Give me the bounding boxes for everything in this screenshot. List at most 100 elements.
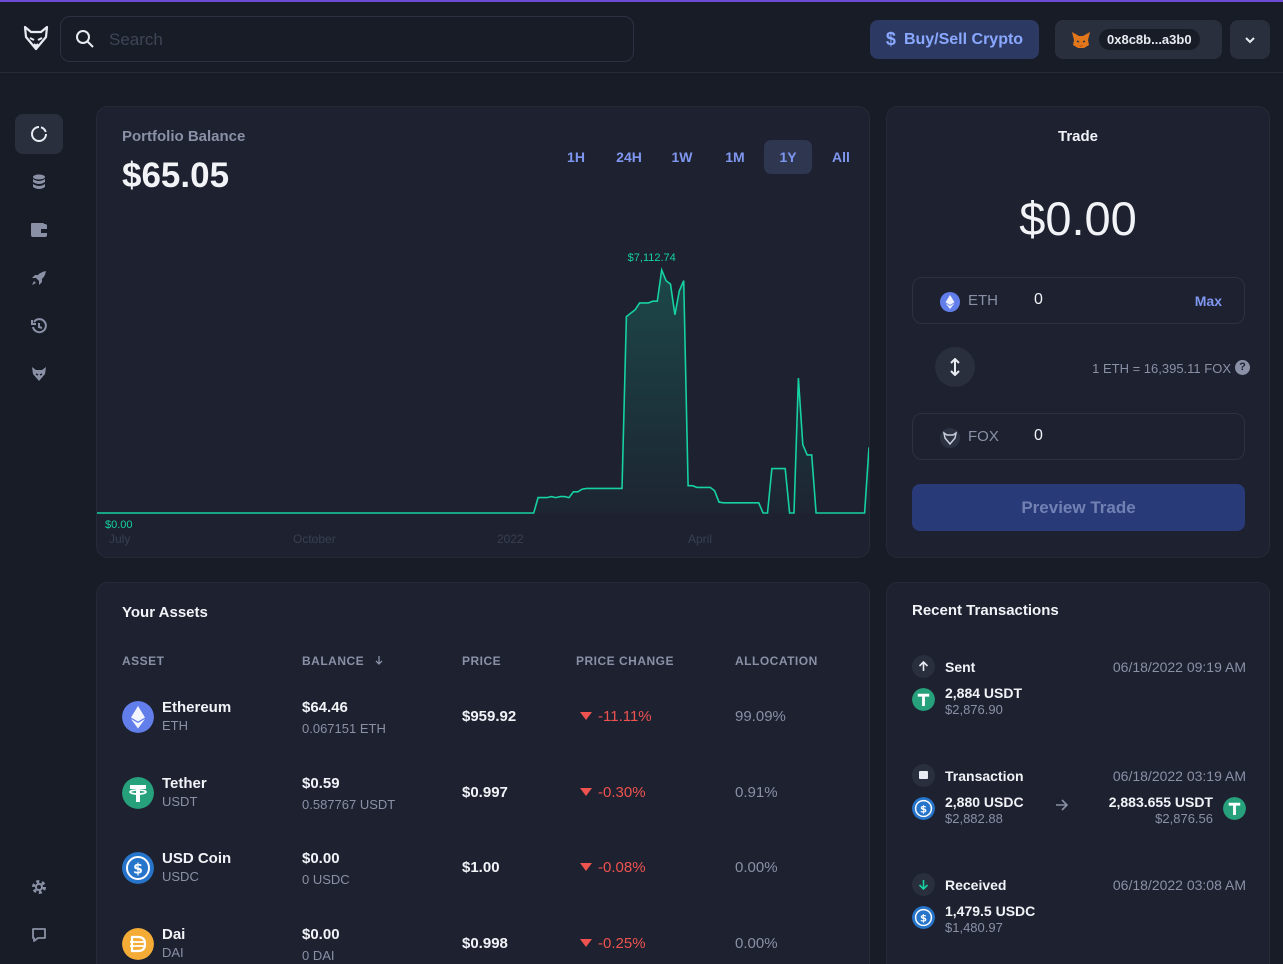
transaction-amount: 2,884 USDT — [945, 685, 1023, 701]
asset-price: $1.00 — [462, 859, 500, 876]
asset-symbol: USDT — [162, 794, 198, 809]
asset-balance-usd: $64.46 — [302, 699, 348, 716]
help-icon[interactable]: ? — [1235, 360, 1250, 375]
transaction-type: Sent — [945, 658, 976, 675]
history-icon — [31, 318, 47, 334]
search-input[interactable] — [109, 27, 609, 53]
asset-row[interactable]: Dai DAI $0.00 0 DAI $0.998 -0.25% 0.00% — [97, 926, 871, 964]
transaction-amount-received: 2,883.655 USDT — [1108, 794, 1213, 810]
portfolio-chart: $7,112.74 $0.00July October 2022 April — [97, 252, 869, 546]
transaction-type: Transaction — [945, 767, 1024, 784]
asset-allocation: 0.00% — [735, 859, 778, 876]
sidebar-item-accounts[interactable] — [15, 210, 63, 250]
column-header-balance[interactable]: BALANCE — [302, 654, 384, 668]
svg-text:$: $ — [920, 913, 927, 924]
asset-balance-usd: $0.00 — [302, 850, 340, 867]
sell-asset-symbol[interactable]: ETH — [968, 292, 998, 309]
down-triangle-icon — [580, 863, 592, 871]
sell-asset-field[interactable]: ETH 0 Max — [912, 277, 1245, 324]
buy-sell-crypto-button[interactable]: $ Buy/Sell Crypto — [870, 20, 1039, 59]
chart-area-fill — [97, 270, 869, 513]
sidebar-item-fox[interactable] — [15, 354, 63, 394]
asset-balance: 0 DAI — [302, 948, 335, 963]
transactions-title: Recent Transactions — [912, 602, 1059, 619]
column-header-price-change[interactable]: PRICE CHANGE — [576, 654, 674, 668]
asset-price: $0.997 — [462, 784, 508, 801]
asset-balance: 0 USDC — [302, 872, 350, 887]
transaction-header: Sent — [912, 655, 975, 678]
fox-logo-icon[interactable] — [22, 24, 50, 52]
asset-name: Tether — [162, 775, 207, 792]
asset-balance: 0.067151 ETH — [302, 721, 386, 736]
wallet-icon — [31, 223, 47, 237]
sidebar-item-assets[interactable] — [15, 162, 63, 202]
dai-icon — [122, 928, 154, 960]
buy-asset-symbol[interactable]: FOX — [968, 428, 999, 445]
tether-icon — [912, 688, 935, 711]
asset-row[interactable]: Tether USDT $0.59 0.587767 USDT $0.997 -… — [97, 775, 871, 852]
sidebar — [0, 74, 78, 964]
arrow-right-icon — [1056, 799, 1069, 811]
transaction-header: Received — [912, 873, 1006, 896]
sidebar-item-history[interactable] — [15, 306, 63, 346]
assets-card: Your Assets ASSET BALANCE PRICE PRICE CH… — [96, 582, 870, 964]
preview-trade-button[interactable]: Preview Trade — [912, 484, 1245, 531]
max-button[interactable]: Max — [1195, 293, 1222, 309]
fox-token-icon — [940, 428, 960, 448]
sidebar-item-dashboard[interactable] — [15, 114, 63, 154]
x-axis-label: July — [109, 532, 130, 546]
column-header-price[interactable]: PRICE — [462, 654, 501, 668]
transaction-amount: 1,479.5 USDC — [945, 903, 1036, 919]
asset-row[interactable]: $ USD Coin USDC $0.00 0 USDC $1.00 -0.08… — [97, 850, 871, 927]
search-icon — [76, 30, 94, 48]
swap-direction-button[interactable] — [935, 347, 975, 387]
asset-balance: 0.587767 USDT — [302, 797, 396, 812]
chart-series-line[interactable] — [97, 266, 869, 514]
arrow-up-icon — [912, 655, 935, 678]
asset-name: USD Coin — [162, 850, 232, 867]
trade-card: Trade $0.00 ETH 0 Max 1 ETH = 16,395.11 … — [886, 106, 1270, 558]
column-header-allocation[interactable]: ALLOCATION — [735, 654, 818, 668]
x-axis-label: October — [293, 532, 336, 546]
swap-arrows-icon — [950, 358, 960, 376]
asset-balance-usd: $0.59 — [302, 775, 340, 792]
asset-symbol: USDC — [162, 869, 199, 884]
svg-text:$: $ — [133, 862, 143, 878]
tether-icon — [122, 777, 154, 809]
gear-icon — [32, 880, 46, 894]
column-header-balance-label: BALANCE — [302, 654, 365, 668]
sort-down-icon — [375, 656, 383, 665]
x-axis-label: April — [688, 532, 712, 546]
transaction-usd-received: $2,876.56 — [1155, 811, 1213, 826]
sidebar-item-settings[interactable] — [15, 867, 63, 907]
transaction-date: 06/18/2022 03:08 AM — [1112, 877, 1246, 893]
buy-asset-field[interactable]: FOX 0 — [912, 413, 1245, 460]
wallet-menu-button[interactable] — [1230, 20, 1270, 59]
trade-title: Trade — [1057, 128, 1099, 145]
asset-allocation: 0.91% — [735, 784, 778, 801]
svg-text:$: $ — [920, 804, 927, 815]
tether-icon — [1223, 797, 1246, 820]
sidebar-item-defi[interactable] — [15, 258, 63, 298]
asset-price: $959.92 — [462, 708, 517, 725]
search-box[interactable] — [60, 16, 634, 62]
transaction-usd: $2,876.90 — [945, 702, 1003, 717]
trade-fiat-amount[interactable]: $0.00 — [887, 191, 1269, 246]
portfolio-card: Portfolio Balance $65.05 1H 24H 1W 1M 1Y All … — [96, 106, 870, 558]
asset-row[interactable]: Ethereum ETH $64.46 0.067151 ETH $959.92… — [97, 699, 871, 776]
buy-amount-input[interactable]: 0 — [1034, 427, 1043, 445]
asset-price-change-value: -0.08% — [598, 859, 646, 876]
sell-amount-input[interactable]: 0 — [1034, 291, 1043, 309]
down-triangle-icon — [580, 788, 592, 796]
asset-allocation: 99.09% — [735, 708, 786, 725]
sidebar-item-feedback[interactable] — [15, 915, 63, 955]
top-header: $ Buy/Sell Crypto 0x8c8b...a3b0 — [0, 2, 1283, 73]
asset-balance-usd: $0.00 — [302, 926, 340, 943]
asset-allocation: 0.00% — [735, 935, 778, 952]
column-header-asset[interactable]: ASSET — [122, 654, 165, 668]
transaction-usd: $2,882.88 — [945, 811, 1003, 826]
arrow-down-icon — [912, 873, 935, 896]
usdc-icon: $ — [912, 797, 935, 820]
wallet-button[interactable]: 0x8c8b...a3b0 — [1055, 20, 1222, 59]
x-axis-label: 2022 — [497, 532, 524, 546]
